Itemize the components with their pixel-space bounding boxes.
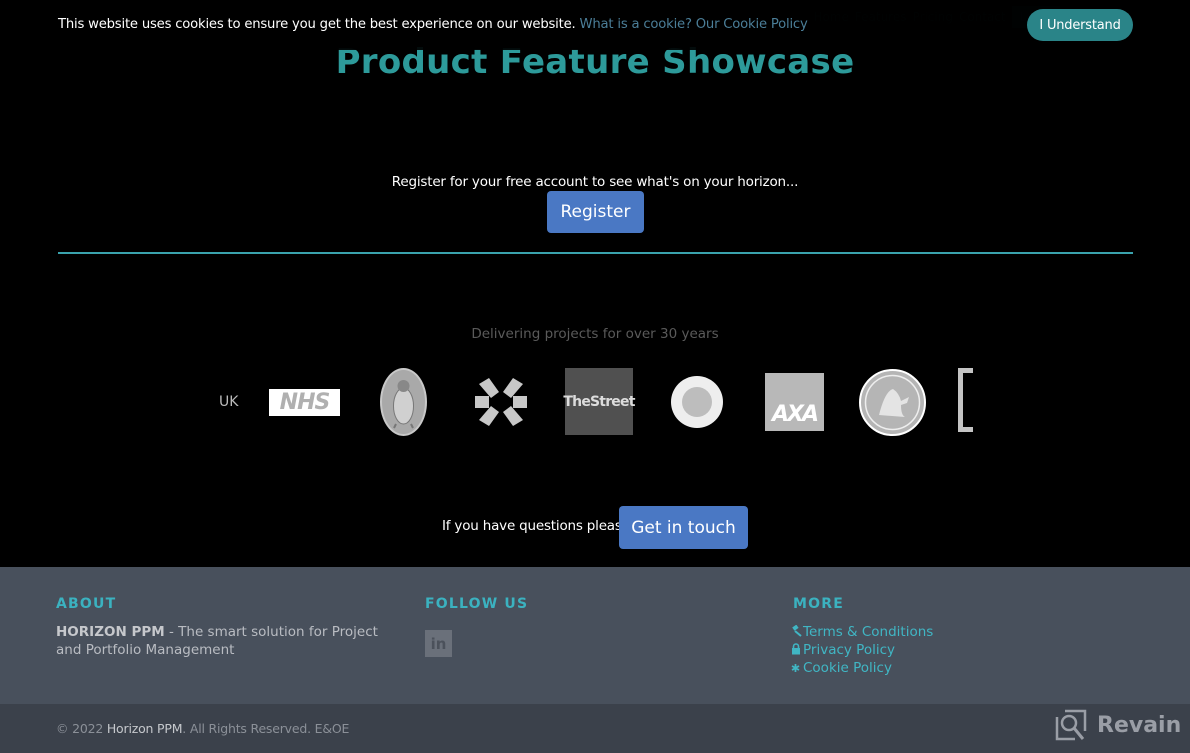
gavel-icon: [788, 624, 803, 640]
asterisk-icon: ✱: [790, 661, 801, 675]
logo-thestreet-text: TheStreet: [563, 393, 635, 410]
copyright-suffix: . All Rights Reserved. E&OE: [182, 721, 350, 736]
logo-vodafone: [671, 376, 723, 428]
footer-about-text: HORIZON PPM - The smart solution for Pro…: [56, 623, 396, 659]
terms-link-label: Terms & Conditions: [803, 624, 934, 640]
copyright-text: © 2022 Horizon PPM. All Rights Reserved.…: [56, 721, 349, 736]
footer-more-links: Terms & Conditions Privacy Policy ✱ Cook…: [788, 623, 933, 677]
terms-link[interactable]: Terms & Conditions: [788, 623, 933, 641]
logo-uk: UK: [219, 394, 239, 410]
register-prompt: Register for your free account to see wh…: [391, 174, 799, 190]
linkedin-icon[interactable]: in: [425, 630, 452, 657]
clients-heading: Delivering projects for over 30 years: [471, 326, 719, 342]
logo-axa: AXA: [765, 373, 824, 431]
revain-watermark: Revain: [1055, 709, 1181, 741]
logo-nhs-text: NHS: [279, 390, 331, 415]
cookie-link-label: Cookie Policy: [803, 660, 892, 676]
footer-brand: HORIZON PPM: [56, 624, 165, 640]
footer-about-heading: ABOUT: [56, 596, 117, 612]
logo-axa-text: AXA: [771, 402, 819, 427]
copyright-bar: © 2022 Horizon PPM. All Rights Reserved.…: [0, 704, 1190, 753]
cookie-banner: This website uses cookies to ensure you …: [0, 0, 1190, 50]
footer-more-heading: MORE: [793, 596, 844, 612]
footer-follow-heading: FOLLOW US: [425, 596, 529, 612]
copyright-prefix: © 2022: [56, 721, 107, 736]
register-button[interactable]: Register: [547, 191, 644, 233]
revain-label: Revain: [1097, 712, 1182, 738]
contact-prompt: If you have questions please: [442, 518, 630, 534]
footer: ABOUT HORIZON PPM - The smart solution f…: [0, 567, 1190, 704]
logo-thestreet: TheStreet: [563, 368, 635, 435]
copyright-brand: Horizon PPM: [106, 721, 183, 736]
privacy-link[interactable]: Privacy Policy: [788, 641, 933, 659]
logo-nhs: NHS: [269, 389, 340, 416]
cookie-policy-link[interactable]: What is a cookie? Our Cookie Policy: [580, 17, 808, 32]
lock-icon: [788, 642, 803, 658]
privacy-link-label: Privacy Policy: [803, 642, 896, 658]
section-divider: [58, 252, 1133, 254]
revain-logo-icon: [1055, 709, 1087, 741]
client-logo-strip: UK NHS TheStreet AXA: [0, 366, 1190, 438]
logo-rbs: [473, 374, 529, 430]
cookie-accept-button[interactable]: I Understand: [1027, 9, 1133, 41]
logo-bank-of-england: [859, 369, 926, 436]
cookie-link[interactable]: ✱ Cookie Policy: [788, 659, 933, 677]
cookie-message: This website uses cookies to ensure you …: [58, 17, 808, 32]
cookie-message-text: This website uses cookies to ensure you …: [58, 17, 576, 32]
logo-partial: [958, 368, 973, 432]
logo-penguin: [380, 368, 427, 436]
get-in-touch-button[interactable]: Get in touch: [619, 506, 748, 549]
